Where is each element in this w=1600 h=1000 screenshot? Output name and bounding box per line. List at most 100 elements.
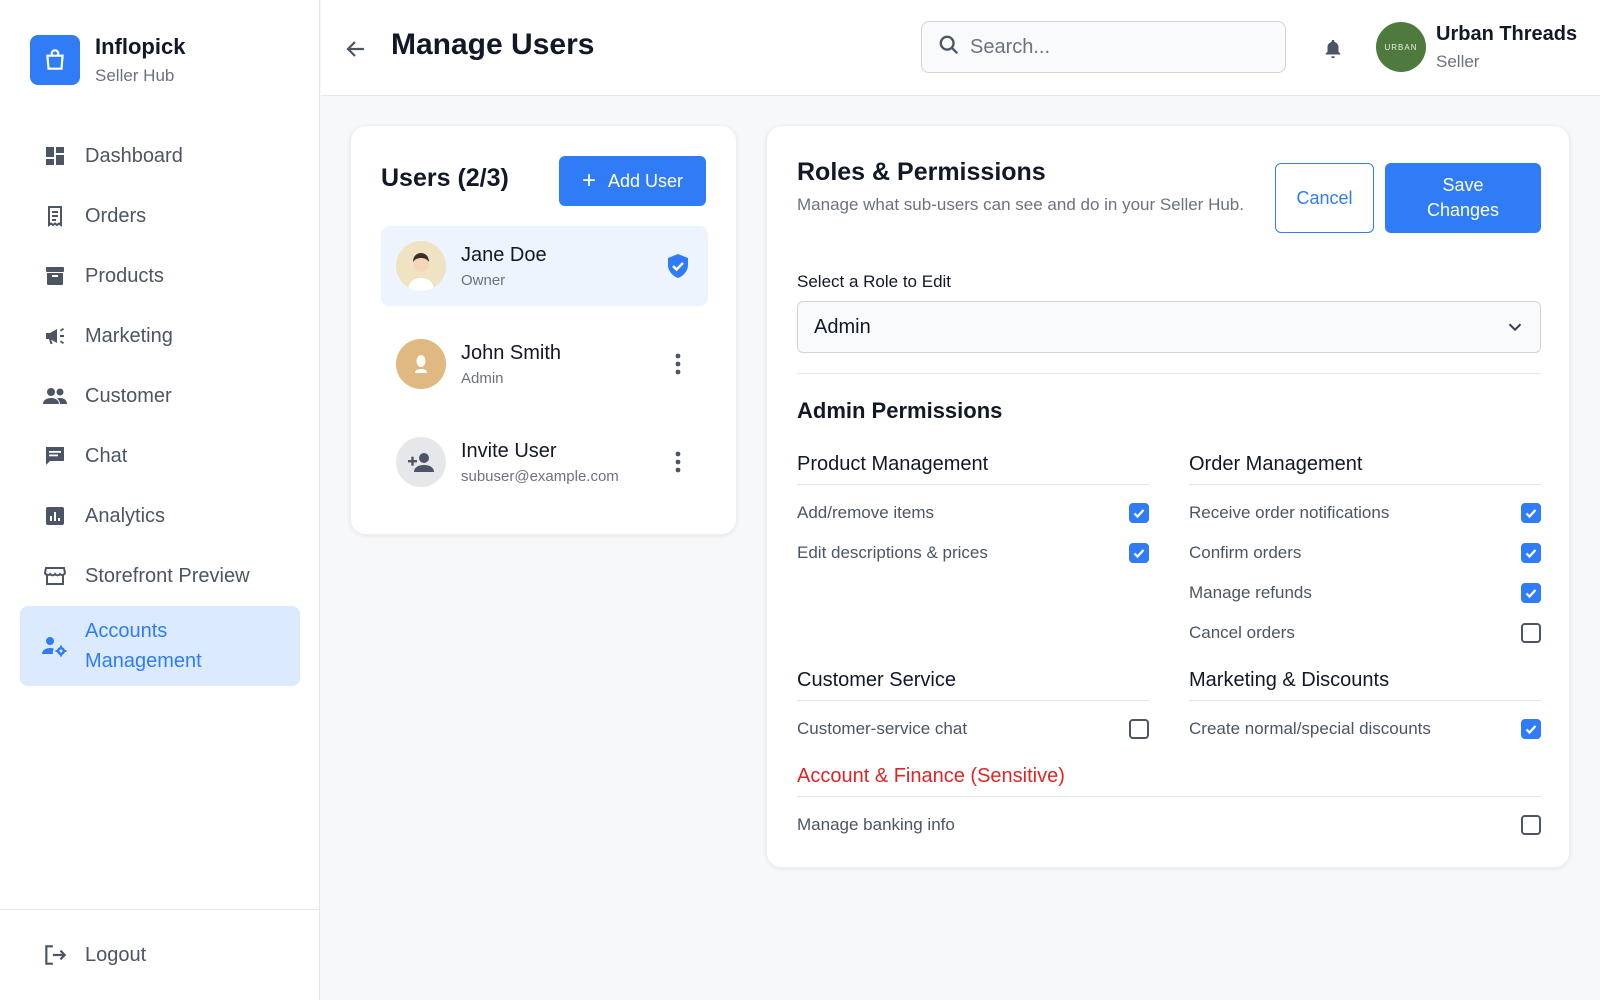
avatar-text: URBAN [1384,42,1418,52]
storefront-icon [40,561,70,591]
bell-icon[interactable] [1318,34,1348,64]
sidebar-item-label: Marketing [85,324,173,347]
top-header: Manage Users URBAN Urban Threads Seller [321,0,1600,96]
sidebar-item-customer[interactable]: Customer [20,366,300,426]
page-title: Manage Users [391,28,595,61]
user-email: subuser@example.com [461,467,619,485]
section-product-management: Product Management Add/remove items Edit… [797,453,1149,573]
section-customer-service: Customer Service Customer-service chat [797,669,1149,749]
permission-label: Add/remove items [797,503,934,522]
sidebar-item-chat[interactable]: Chat [20,426,300,486]
permission-checkbox[interactable] [1521,719,1541,739]
permission-checkbox[interactable] [1521,583,1541,603]
section-title: Customer Service [797,669,1149,701]
roles-permissions-card: Roles & Permissions Manage what sub-user… [766,125,1570,868]
section-title: Marketing & Discounts [1189,669,1541,701]
megaphone-icon [40,321,70,351]
sidebar-item-label: Chat [85,444,128,467]
sidebar-item-label: Dashboard [85,144,183,167]
cancel-button[interactable]: Cancel [1275,163,1374,233]
add-user-label: Add User [607,170,684,191]
user-row-invite-user[interactable]: Invite User subuser@example.com [381,422,708,502]
back-arrow-icon[interactable] [341,34,371,64]
users-card: Users (2/3) + Add User Jane Doe Owner Jo… [350,125,737,535]
brand-subtitle: Seller Hub [95,66,175,85]
sidebar-footer: Logout [0,909,320,1000]
people-icon [40,381,70,411]
permission-row: Edit descriptions & prices [797,533,1149,573]
search-icon [938,34,960,61]
sidebar-item-analytics[interactable]: Analytics [20,486,300,546]
logout-icon [40,940,70,970]
user-row-john-smith[interactable]: John Smith Admin [381,324,708,404]
brand-name: Inflopick [95,34,186,59]
profile-role: Seller [1436,51,1480,71]
permission-label: Confirm orders [1189,543,1302,562]
sidebar-item-products[interactable]: Products [20,246,300,306]
search-input[interactable] [970,35,1260,59]
avatar [396,241,446,291]
add-user-button[interactable]: + Add User [559,156,706,206]
role-select-label: Select a Role to Edit [797,272,952,291]
section-marketing-discounts: Marketing & Discounts Create normal/spec… [1189,669,1541,749]
plus-icon: + [581,167,596,194]
sidebar-item-label: Products [85,264,164,287]
section-title: Order Management [1189,453,1541,485]
chevron-down-icon [1504,316,1526,344]
receipt-icon [40,201,70,231]
sidebar-item-label: Accounts Management [85,620,202,672]
permission-row: Create normal/special discounts [1189,709,1541,749]
avatar [396,339,446,389]
more-vertical-icon[interactable] [663,447,693,477]
permission-checkbox[interactable] [1129,719,1149,739]
permission-checkbox[interactable] [1129,543,1149,563]
logout-button[interactable]: Logout [40,940,146,970]
permission-checkbox[interactable] [1521,623,1541,643]
divider [797,373,1541,374]
sidebar-item-accounts-management[interactable]: Accounts Management [20,606,300,686]
permission-label: Cancel orders [1189,623,1295,642]
brand[interactable]: Inflopick Seller Hub [30,34,185,86]
add-person-icon [396,437,446,487]
sidebar-item-marketing[interactable]: Marketing [20,306,300,366]
verified-shield-icon [663,251,693,281]
permission-row: Cancel orders [1189,613,1541,653]
section-account-finance: Account & Finance (Sensitive) Manage ban… [797,765,1541,845]
user-settings-icon [40,631,70,661]
permission-label: Manage banking info [797,815,955,834]
sidebar-item-label: Orders [85,204,147,227]
sidebar-item-storefront-preview[interactable]: Storefront Preview [20,546,300,606]
bar-chart-icon [40,501,70,531]
sidebar-item-label: Storefront Preview [85,564,250,587]
profile-menu[interactable]: URBAN Urban Threads Seller [1376,22,1577,72]
permission-label: Receive order notifications [1189,503,1390,522]
permission-checkbox[interactable] [1521,543,1541,563]
permission-row: Manage banking info [797,805,1541,845]
sidebar-item-dashboard[interactable]: Dashboard [20,126,300,186]
user-name: Invite User [461,439,557,462]
user-name: Jane Doe [461,243,547,266]
chat-bubble-icon [40,441,70,471]
permission-label: Manage refunds [1189,583,1312,602]
role-select[interactable]: Admin [797,301,1541,353]
user-role: Admin [461,369,504,387]
selected-role: Admin [814,315,871,338]
sidebar-item-orders[interactable]: Orders [20,186,300,246]
search-box[interactable] [921,21,1286,73]
permissions-title: Admin Permissions [797,398,1003,423]
permission-checkbox[interactable] [1521,503,1541,523]
user-role: Owner [461,271,506,289]
permission-label: Customer-service chat [797,719,968,738]
permission-label: Edit descriptions & prices [797,543,988,562]
permission-checkbox[interactable] [1129,503,1149,523]
permission-row: Customer-service chat [797,709,1149,749]
user-name: John Smith [461,341,562,364]
permission-checkbox[interactable] [1521,815,1541,835]
user-row-jane-doe[interactable]: Jane Doe Owner [381,226,708,306]
save-changes-button[interactable]: Save Changes [1385,163,1541,233]
dashboard-icon [40,141,70,171]
logout-label: Logout [85,943,147,966]
more-vertical-icon[interactable] [663,349,693,379]
roles-description: Manage what sub-users can see and do in … [797,195,1244,214]
shopping-bag-icon [30,35,80,85]
